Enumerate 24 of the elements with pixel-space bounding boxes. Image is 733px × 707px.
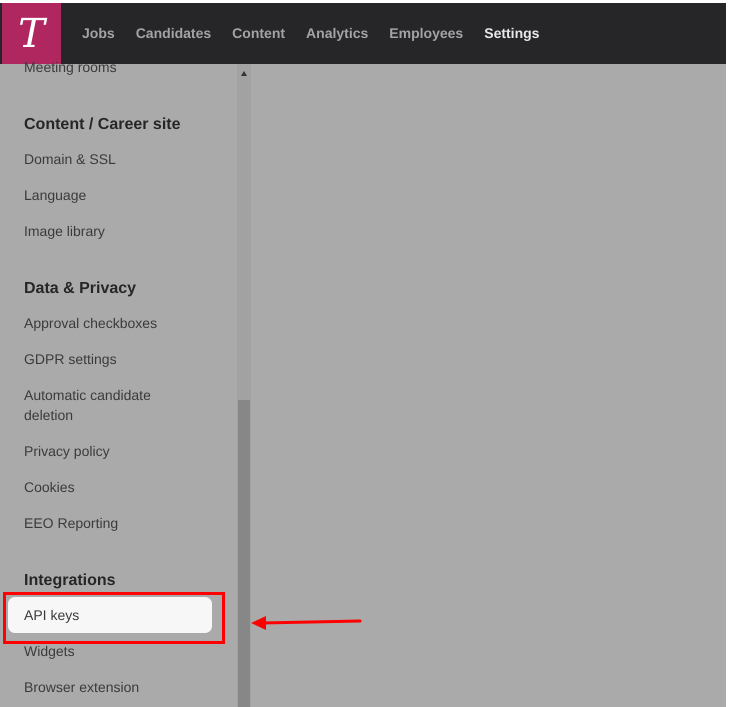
sidebar-item[interactable]: Widgets (8, 633, 200, 669)
sidebar-item[interactable]: Domain & SSL (8, 141, 200, 177)
nav-tab[interactable]: Jobs (61, 23, 115, 44)
nav-tab[interactable]: Employees (368, 23, 464, 44)
nav-tab[interactable]: Settings (463, 23, 540, 44)
sidebar-item[interactable]: Cookies (8, 469, 200, 505)
scrollbar-thumb[interactable] (238, 400, 250, 707)
sidebar-item[interactable]: Browser extension (8, 669, 200, 705)
nav-tab[interactable]: Candidates (114, 23, 212, 44)
sidebar-item[interactable]: GDPR settings (8, 341, 200, 377)
sidebar-item[interactable]: Automatic candidate deletion (8, 377, 200, 433)
sidebar-item[interactable]: API keys (8, 597, 212, 633)
sidebar-item[interactable]: Privacy policy (8, 433, 200, 469)
sidebar-item[interactable]: EEO Reporting (8, 505, 200, 541)
nav-tab[interactable]: Analytics (285, 23, 368, 44)
sidebar-item[interactable]: Image library (8, 213, 200, 249)
section-heading: Integrations (24, 571, 117, 591)
nav-tab[interactable]: Content (211, 23, 286, 44)
sidebar-item[interactable]: Language (8, 177, 200, 213)
sidebar-item[interactable]: Approval checkboxes (8, 305, 200, 341)
scrollbar[interactable] (237, 64, 251, 707)
section-heading: Data & Privacy (24, 279, 138, 299)
section-heading: Content / Career site (24, 115, 182, 135)
scroll-up-arrow-icon[interactable] (241, 71, 247, 76)
